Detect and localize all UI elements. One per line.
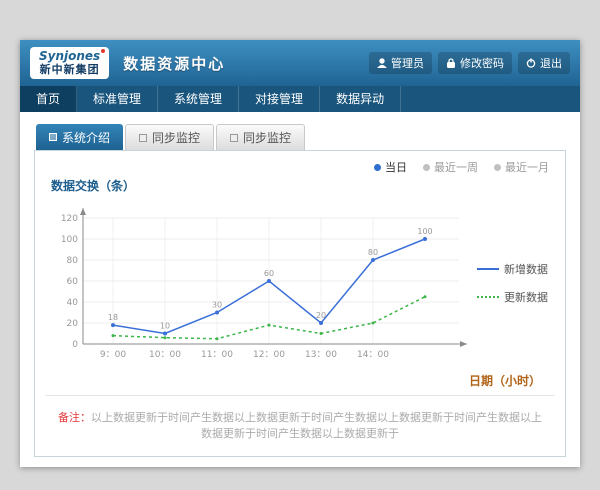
tab-icon (230, 134, 238, 142)
header-user-area: 管理员 修改密码 退出 (369, 52, 570, 74)
blue-line-icon (477, 268, 499, 270)
legend-last-month-dot-icon (494, 164, 501, 171)
footnote-label: 备注： (58, 411, 91, 424)
svg-text:60: 60 (264, 269, 274, 278)
svg-text:120: 120 (61, 214, 78, 224)
logout-button[interactable]: 退出 (518, 52, 570, 74)
chart-y-axis-title: 数据交换（条） (51, 177, 555, 194)
tab-icon (139, 134, 147, 142)
svg-text:20: 20 (316, 311, 326, 320)
legend-today[interactable]: 当日 (374, 159, 407, 175)
svg-text:100: 100 (417, 227, 432, 236)
series-new-data[interactable]: 新增数据 (477, 261, 548, 277)
chart-row: 0 20 40 60 80 100 120 9：00 10：00 11：00 12：00 13：00 1… (45, 194, 555, 372)
series-new-data-label: 新增数据 (504, 261, 548, 277)
series-updated-data[interactable]: 更新数据 (477, 289, 548, 305)
time-range-legend: 当日 最近一周 最近一月 (45, 157, 555, 175)
chart-panel: 当日 最近一周 最近一月 数据交换（条） 0 20 40 60 80 100 120 9：00… (34, 150, 566, 457)
green-dashed-line-icon (477, 296, 499, 298)
tab-sync-monitor-2[interactable]: 同步监控 (216, 124, 305, 150)
admin-user-button[interactable]: 管理员 (369, 52, 432, 74)
svg-text:12：00: 12：00 (253, 350, 285, 360)
change-password-label: 修改密码 (460, 55, 504, 71)
svg-text:30: 30 (212, 301, 222, 310)
legend-last-week-dot-icon (423, 164, 430, 171)
footnote: 备注：以上数据更新于时间产生数据以上数据更新于时间产生数据以上数据更新于时间产生… (45, 395, 555, 456)
change-password-button[interactable]: 修改密码 (438, 52, 512, 74)
legend-last-week[interactable]: 最近一周 (423, 159, 478, 175)
line-chart: 0 20 40 60 80 100 120 9：00 10：00 11：00 12：00 13：00 1… (45, 194, 475, 372)
footnote-text: 以上数据更新于时间产生数据以上数据更新于时间产生数据以上数据更新于时间产生数据以… (91, 411, 542, 440)
header-bar: Synjones 新中新集团 数据资源中心 管理员 修改密码 退出 (20, 40, 580, 86)
nav-item-integration-mgmt[interactable]: 对接管理 (239, 86, 320, 112)
svg-text:20: 20 (67, 319, 79, 329)
nav-item-data-change[interactable]: 数据异动 (320, 86, 401, 112)
logo-company-text: 新中新集团 (39, 64, 100, 77)
svg-text:80: 80 (368, 248, 378, 257)
series-legend: 新增数据 更新数据 (477, 261, 548, 305)
svg-text:60: 60 (67, 277, 79, 287)
tab-sync-monitor-1-label: 同步监控 (152, 129, 200, 146)
admin-user-label: 管理员 (391, 55, 424, 71)
legend-last-month[interactable]: 最近一月 (494, 159, 549, 175)
app-window: Synjones 新中新集团 数据资源中心 管理员 修改密码 退出 首页 标准管… (20, 40, 580, 467)
svg-text:18: 18 (108, 313, 118, 322)
lock-icon (446, 58, 456, 68)
svg-text:10: 10 (160, 322, 170, 331)
tab-sync-monitor-1[interactable]: 同步监控 (125, 124, 214, 150)
tab-sync-monitor-2-label: 同步监控 (243, 129, 291, 146)
tab-system-intro[interactable]: 系统介绍 (36, 124, 123, 150)
nav-item-system-mgmt[interactable]: 系统管理 (158, 86, 239, 112)
svg-text:10：00: 10：00 (149, 350, 181, 360)
svg-text:100: 100 (61, 235, 78, 245)
tab-icon (49, 133, 57, 141)
nav-item-standard-mgmt[interactable]: 标准管理 (77, 86, 158, 112)
tab-bar: 系统介绍 同步监控 同步监控 (36, 124, 566, 150)
legend-today-dot-icon (374, 164, 381, 171)
main-nav: 首页 标准管理 系统管理 对接管理 数据异动 (20, 86, 580, 112)
svg-text:14：00: 14：00 (357, 350, 389, 360)
company-logo: Synjones 新中新集团 (30, 47, 109, 79)
legend-last-month-label: 最近一月 (505, 159, 549, 175)
series-updated-data-label: 更新数据 (504, 289, 548, 305)
svg-text:0: 0 (72, 340, 78, 350)
power-icon (526, 58, 536, 68)
chart-x-axis-title: 日期（小时） (45, 372, 541, 389)
logout-label: 退出 (540, 55, 562, 71)
content-area: 系统介绍 同步监控 同步监控 当日 最近一周 (20, 112, 580, 467)
nav-item-home[interactable]: 首页 (20, 86, 77, 112)
svg-text:40: 40 (67, 298, 79, 308)
legend-today-label: 当日 (385, 159, 407, 175)
tab-system-intro-label: 系统介绍 (62, 129, 110, 146)
svg-text:9：00: 9：00 (100, 350, 126, 360)
page-title: 数据资源中心 (123, 53, 225, 74)
svg-text:80: 80 (67, 256, 79, 266)
svg-text:11：00: 11：00 (201, 350, 233, 360)
logo-brand-text: Synjones (39, 50, 100, 64)
svg-text:13：00: 13：00 (305, 350, 337, 360)
user-icon (377, 58, 387, 68)
legend-last-week-label: 最近一周 (434, 159, 478, 175)
